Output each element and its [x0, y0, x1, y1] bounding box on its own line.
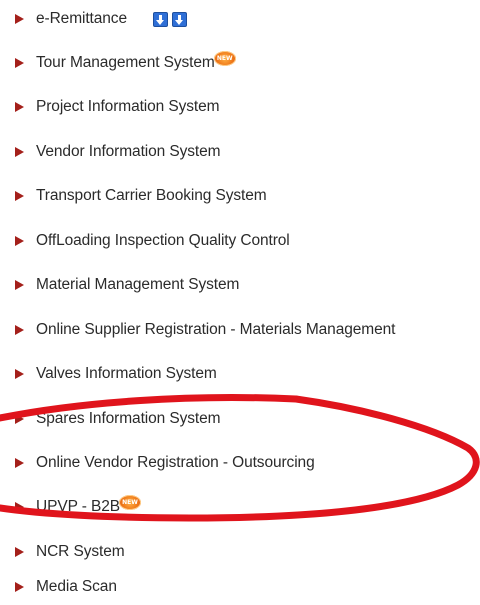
download-arrow-icon[interactable]: [152, 11, 168, 27]
triangle-right-icon: [15, 147, 24, 157]
triangle-right-icon: [15, 191, 24, 201]
menu-item-label: Spares Information System: [36, 410, 221, 427]
menu-item-label: Tour Management System: [36, 54, 215, 71]
triangle-right-icon: [15, 458, 24, 468]
new-badge-icon: NEW: [119, 494, 142, 510]
menu-item-spares-information[interactable]: Spares Information System: [0, 406, 221, 432]
menu-item-transport-carrier-booking[interactable]: Transport Carrier Booking System: [0, 183, 267, 209]
menu-item-upvp-b2b[interactable]: UPVP - B2B NEW: [0, 494, 142, 520]
menu-item-label: e-Remittance: [36, 10, 127, 27]
triangle-right-icon: [15, 236, 24, 246]
menu-item-label: Project Information System: [36, 98, 220, 115]
menu-item-label: Online Supplier Registration - Materials…: [36, 321, 396, 338]
menu-item-valves-information[interactable]: Valves Information System: [0, 361, 217, 387]
triangle-right-icon: [15, 414, 24, 424]
menu-item-offloading-inspection[interactable]: OffLoading Inspection Quality Control: [0, 228, 290, 254]
triangle-right-icon: [15, 582, 24, 592]
menu-item-label: Valves Information System: [36, 365, 217, 382]
menu-item-e-remittance[interactable]: e-Remittance: [0, 6, 187, 32]
menu-item-label: Media Scan: [36, 578, 117, 595]
triangle-right-icon: [15, 547, 24, 557]
triangle-right-icon: [15, 58, 24, 68]
menu-item-label: OffLoading Inspection Quality Control: [36, 232, 290, 249]
menu-item-tour-management[interactable]: Tour Management System NEW: [0, 50, 236, 76]
menu-item-label: UPVP - B2B: [36, 498, 121, 515]
triangle-right-icon: [15, 280, 24, 290]
menu-item-online-vendor-registration[interactable]: Online Vendor Registration - Outsourcing: [0, 450, 315, 476]
menu-item-online-supplier-registration[interactable]: Online Supplier Registration - Materials…: [0, 317, 395, 343]
triangle-right-icon: [15, 325, 24, 335]
menu-item-label: Vendor Information System: [36, 143, 221, 160]
menu-item-label: Online Vendor Registration - Outsourcing: [36, 454, 315, 471]
menu-item-label: NCR System: [36, 543, 125, 560]
menu-item-label: Transport Carrier Booking System: [36, 187, 267, 204]
menu-item-media-scan[interactable]: Media Scan: [0, 574, 117, 600]
menu-item-project-information[interactable]: Project Information System: [0, 94, 220, 120]
triangle-right-icon: [15, 502, 24, 512]
download-arrow-icon[interactable]: [171, 11, 187, 27]
triangle-right-icon: [15, 369, 24, 379]
menu-item-material-management[interactable]: Material Management System: [0, 272, 239, 298]
triangle-right-icon: [15, 14, 24, 24]
menu-item-vendor-information[interactable]: Vendor Information System: [0, 139, 221, 165]
new-badge-icon: NEW: [213, 50, 236, 66]
menu-item-label: Material Management System: [36, 276, 240, 293]
menu-item-ncr-system[interactable]: NCR System: [0, 539, 125, 565]
triangle-right-icon: [15, 102, 24, 112]
